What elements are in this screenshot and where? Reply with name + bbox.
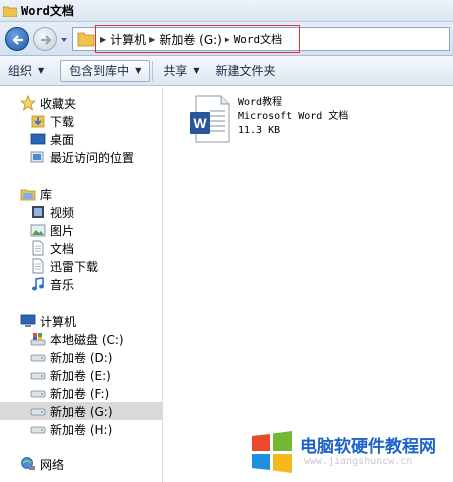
dropdown-arrow-icon: ▼ xyxy=(193,66,200,75)
back-button[interactable] xyxy=(5,27,29,51)
toolbar-separator xyxy=(152,60,154,81)
nav-label: 新加卷 (F:) xyxy=(50,386,110,401)
file-list[interactable]: W Word教程 Microsoft Word 文档 11.3 KB xyxy=(164,87,453,482)
organize-label: 组织 xyxy=(8,64,33,78)
address-bar[interactable]: ▶ 计算机 ▶ 新加卷 (G:) ▶ Word文档 xyxy=(72,25,450,53)
nav-downloads[interactable]: 下载 xyxy=(0,112,163,130)
nav-label: 新加卷 (H:) xyxy=(50,422,113,437)
nav-label: 库 xyxy=(40,187,53,202)
navigation-pane[interactable]: 收藏夹 下载 桌面 最近访问的位置 库 视频 图片 文档 迅雷下载 音乐 计算机… xyxy=(0,87,163,482)
history-dropdown-icon[interactable] xyxy=(60,36,68,44)
window-title: Word文档 xyxy=(21,4,74,18)
nav-label: 下载 xyxy=(50,114,75,129)
nav-label: 计算机 xyxy=(40,314,77,329)
nav-label: 新加卷 (D:) xyxy=(50,350,113,365)
nav-label: 音乐 xyxy=(50,277,75,292)
drive-icon xyxy=(30,408,46,416)
nav-desktop[interactable]: 桌面 xyxy=(0,130,163,148)
nav-label: 本地磁盘 (C:) xyxy=(50,332,124,347)
nav-network[interactable]: 网络 xyxy=(0,455,163,473)
document-icon xyxy=(32,240,44,256)
recent-places-icon xyxy=(30,151,44,163)
nav-drive-e[interactable]: 新加卷 (E:) xyxy=(0,366,163,384)
nav-label: 图片 xyxy=(50,223,75,238)
nav-recent-places[interactable]: 最近访问的位置 xyxy=(0,148,163,166)
nav-label: 桌面 xyxy=(50,132,75,147)
nav-drive-h[interactable]: 新加卷 (H:) xyxy=(0,420,163,438)
nav-label: 视频 xyxy=(50,205,75,220)
nav-videos[interactable]: 视频 xyxy=(0,203,163,221)
picture-icon xyxy=(30,224,46,237)
nav-libraries[interactable]: 库 xyxy=(0,185,163,203)
new-folder-button[interactable]: 新建文件夹 xyxy=(208,60,284,82)
include-in-library-button[interactable]: 包含到库中 ▼ xyxy=(60,59,151,82)
nav-documents[interactable]: 文档 xyxy=(0,239,163,257)
nav-label: 新加卷 (E:) xyxy=(50,368,111,383)
watermark-title: 电脑软硬件教程网 xyxy=(300,437,436,457)
folder-icon xyxy=(3,6,17,17)
star-icon xyxy=(20,95,36,111)
computer-icon xyxy=(20,314,36,327)
forward-button[interactable] xyxy=(33,27,57,51)
nav-label: 收藏夹 xyxy=(40,96,77,111)
desktop-icon xyxy=(30,133,46,145)
nav-drive-g[interactable]: 新加卷 (G:) xyxy=(0,402,163,420)
music-note-icon xyxy=(32,277,44,291)
nav-music[interactable]: 音乐 xyxy=(0,275,163,293)
nav-label: 迅雷下载 xyxy=(50,259,99,274)
breadcrumb-highlight xyxy=(95,25,300,53)
nav-drive-f[interactable]: 新加卷 (F:) xyxy=(0,384,163,402)
organize-button[interactable]: 组织 ▼ xyxy=(0,60,52,82)
nav-label: 网络 xyxy=(40,457,65,472)
include-library-label: 包含到库中 xyxy=(69,64,130,78)
new-folder-label: 新建文件夹 xyxy=(215,64,276,78)
watermark: 电脑软硬件教程网 www.jiangshuncw.cn xyxy=(244,428,453,482)
nav-pictures[interactable]: 图片 xyxy=(0,221,163,239)
dropdown-arrow-icon: ▼ xyxy=(38,66,45,75)
folder-icon xyxy=(77,32,95,47)
share-button[interactable]: 共享 ▼ xyxy=(155,60,207,82)
file-size: 11.3 KB xyxy=(238,125,281,136)
share-label: 共享 xyxy=(163,64,188,78)
nav-computer[interactable]: 计算机 xyxy=(0,312,163,330)
drive-icon xyxy=(30,390,46,398)
library-icon xyxy=(20,189,36,201)
download-folder-icon xyxy=(31,115,45,128)
title-bar: Word文档 xyxy=(0,0,453,22)
windows-logo-icon xyxy=(252,431,292,473)
file-type: Microsoft Word 文档 xyxy=(238,111,349,122)
network-icon xyxy=(21,457,35,470)
svg-text:W: W xyxy=(193,115,207,131)
drive-icon xyxy=(30,372,46,380)
video-icon xyxy=(32,206,44,218)
document-icon xyxy=(32,258,44,274)
nav-label: 新加卷 (G:) xyxy=(50,404,113,419)
back-arrow-icon xyxy=(12,35,23,45)
nav-drive-d[interactable]: 新加卷 (D:) xyxy=(0,348,163,366)
file-name: Word教程 xyxy=(238,97,283,108)
command-bar: 组织 ▼ 包含到库中 ▼ 共享 ▼ 新建文件夹 xyxy=(0,56,453,86)
nav-drive-c[interactable]: 本地磁盘 (C:) xyxy=(0,330,163,348)
word-document-icon: W xyxy=(190,95,230,143)
file-item[interactable]: W Word教程 Microsoft Word 文档 11.3 KB xyxy=(188,95,348,143)
watermark-url: www.jiangshuncw.cn xyxy=(304,456,413,467)
forward-arrow-icon xyxy=(41,35,52,45)
address-row: ▶ 计算机 ▶ 新加卷 (G:) ▶ Word文档 xyxy=(0,22,453,56)
drive-icon xyxy=(30,354,46,362)
drive-icon xyxy=(30,426,46,434)
dropdown-arrow-icon: ▼ xyxy=(135,66,142,75)
system-drive-icon xyxy=(30,333,46,346)
nav-thunder-downloads[interactable]: 迅雷下载 xyxy=(0,257,163,275)
nav-label: 最近访问的位置 xyxy=(50,150,135,165)
nav-favorites[interactable]: 收藏夹 xyxy=(0,94,163,112)
nav-label: 文档 xyxy=(50,241,75,256)
